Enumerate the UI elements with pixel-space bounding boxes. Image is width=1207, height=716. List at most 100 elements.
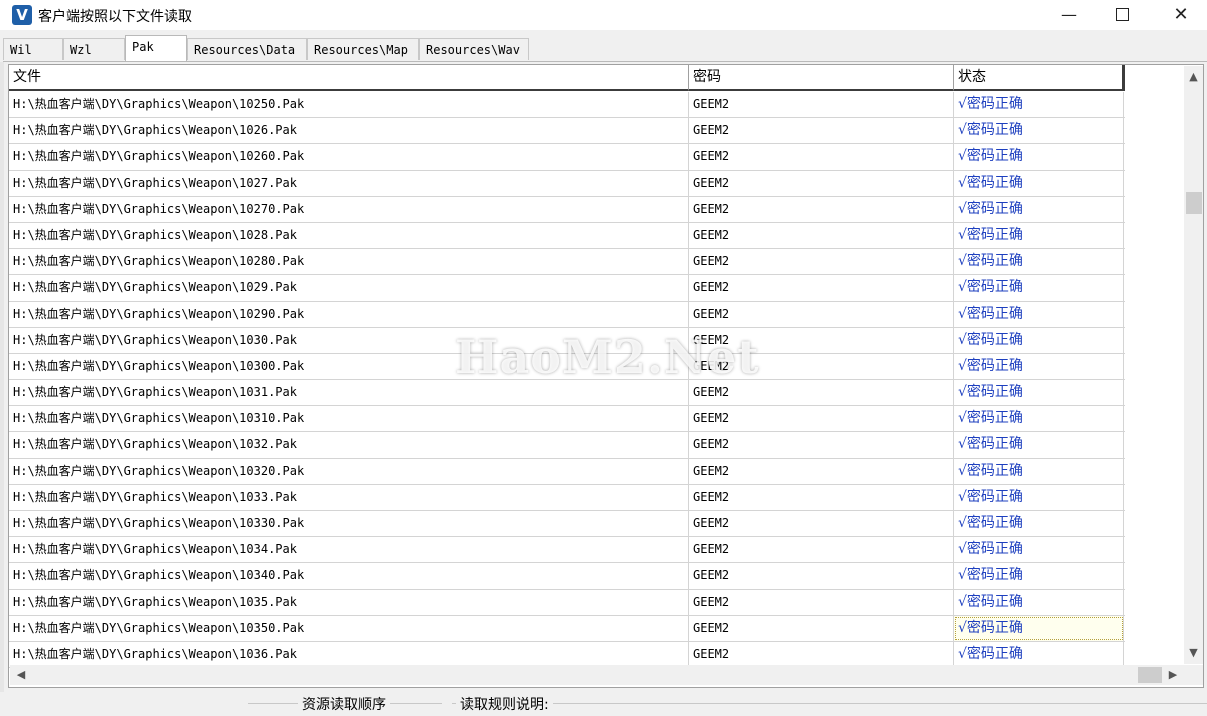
status-cell[interactable]: √密码正确 — [954, 641, 1124, 668]
password-cell[interactable]: GEEM2 — [689, 222, 954, 249]
status-cell[interactable]: √密码正确 — [954, 196, 1124, 222]
tab-pak[interactable]: Pak — [125, 35, 187, 62]
password-cell[interactable]: GEEM2 — [689, 563, 954, 589]
password-cell[interactable]: GEEM2 — [689, 589, 954, 615]
password-cell[interactable]: GEEM2 — [689, 380, 954, 406]
status-cell[interactable]: √密码正确 — [954, 92, 1124, 118]
table-row[interactable]: H:\热血客户端\DY\Graphics\Weapon\1028.Pak GEEM… — [9, 222, 1125, 250]
tab-wzl[interactable]: Wzl — [63, 38, 125, 60]
file-path-cell[interactable]: H:\热血客户端\DY\Graphics\Weapon\1031.Pak — [9, 380, 689, 406]
status-cell[interactable]: √密码正确 — [954, 301, 1124, 327]
close-button[interactable]: ✕ — [1158, 0, 1204, 30]
tab-resources-data[interactable]: Resources\Data — [187, 38, 307, 60]
table-row[interactable]: H:\热血客户端\DY\Graphics\Weapon\1035.Pak GEEM… — [9, 589, 1125, 616]
table-row[interactable]: H:\热血客户端\DY\Graphics\Weapon\10260.Pak GEE… — [9, 144, 1125, 171]
scroll-right-icon[interactable]: ▶ — [1164, 665, 1182, 685]
status-cell[interactable]: √密码正确 — [954, 353, 1124, 380]
table-row[interactable]: H:\热血客户端\DY\Graphics\Weapon\10300.Pak GEE… — [9, 353, 1125, 381]
table-row[interactable]: H:\热血客户端\DY\Graphics\Weapon\1027.Pak GEEM… — [9, 170, 1125, 197]
password-cell[interactable]: GEEM2 — [689, 92, 954, 118]
status-cell[interactable]: √密码正确 — [954, 511, 1124, 537]
status-cell[interactable]: √密码正确 — [954, 563, 1124, 589]
file-path-cell[interactable]: H:\热血客户端\DY\Graphics\Weapon\1032.Pak — [9, 432, 689, 458]
password-cell[interactable]: GEEM2 — [689, 537, 954, 563]
file-path-cell[interactable]: H:\热血客户端\DY\Graphics\Weapon\10350.Pak — [9, 615, 689, 641]
status-cell[interactable]: √密码正确 — [954, 275, 1124, 301]
vertical-scrollbar[interactable]: ▲ ▼ — [1184, 66, 1203, 664]
file-path-cell[interactable]: H:\热血客户端\DY\Graphics\Weapon\1035.Pak — [9, 589, 689, 615]
table-row[interactable]: H:\热血客户端\DY\Graphics\Weapon\10280.Pak GEE… — [9, 249, 1125, 276]
column-header-password[interactable]: 密码 — [689, 65, 954, 91]
horizontal-scroll-thumb[interactable] — [1138, 667, 1162, 683]
file-path-cell[interactable]: H:\热血客户端\DY\Graphics\Weapon\10300.Pak — [9, 353, 689, 380]
status-cell[interactable]: √密码正确 — [954, 118, 1124, 144]
status-cell[interactable]: √密码正确 — [954, 170, 1124, 196]
file-path-cell[interactable]: H:\热血客户端\DY\Graphics\Weapon\10310.Pak — [9, 406, 689, 432]
file-path-cell[interactable]: H:\热血客户端\DY\Graphics\Weapon\10290.Pak — [9, 301, 689, 327]
column-header-file[interactable]: 文件 — [9, 65, 689, 91]
scroll-left-icon[interactable]: ◀ — [12, 665, 30, 685]
status-cell[interactable]: √密码正确 — [954, 380, 1124, 406]
tab-wil[interactable]: Wil — [3, 38, 63, 60]
table-row[interactable]: H:\热血客户端\DY\Graphics\Weapon\10320.Pak GEE… — [9, 458, 1125, 485]
table-row[interactable]: H:\热血客户端\DY\Graphics\Weapon\1030.Pak GEEM… — [9, 327, 1125, 354]
status-cell[interactable]: √密码正确 — [954, 458, 1124, 484]
file-path-cell[interactable]: H:\热血客户端\DY\Graphics\Weapon\1028.Pak — [9, 222, 689, 249]
file-list[interactable]: 文件 密码 状态 H:\热血客户端\DY\Graphics\Weapon\102… — [8, 64, 1204, 688]
table-row[interactable]: H:\热血客户端\DY\Graphics\Weapon\10330.Pak GEE… — [9, 511, 1125, 538]
table-row[interactable]: H:\热血客户端\DY\Graphics\Weapon\1033.Pak GEEM… — [9, 484, 1125, 511]
status-cell[interactable]: √密码正确 — [954, 249, 1124, 275]
file-path-cell[interactable]: H:\热血客户端\DY\Graphics\Weapon\1026.Pak — [9, 118, 689, 144]
password-cell[interactable]: GEEM2 — [689, 353, 954, 380]
file-path-cell[interactable]: H:\热血客户端\DY\Graphics\Weapon\10340.Pak — [9, 563, 689, 589]
password-cell[interactable]: GEEM2 — [689, 406, 954, 432]
status-cell[interactable]: √密码正确 — [954, 537, 1124, 563]
password-cell[interactable]: GEEM2 — [689, 170, 954, 196]
file-path-cell[interactable]: H:\热血客户端\DY\Graphics\Weapon\10270.Pak — [9, 196, 689, 222]
table-row[interactable]: H:\热血客户端\DY\Graphics\Weapon\10350.Pak GEE… — [9, 615, 1125, 642]
table-row[interactable]: H:\热血客户端\DY\Graphics\Weapon\1031.Pak GEEM… — [9, 380, 1125, 407]
password-cell[interactable]: GEEM2 — [689, 641, 954, 668]
file-path-cell[interactable]: H:\热血客户端\DY\Graphics\Weapon\1029.Pak — [9, 275, 689, 301]
status-cell[interactable]: √密码正确 — [954, 589, 1124, 615]
password-cell[interactable]: GEEM2 — [689, 196, 954, 222]
minimize-button[interactable]: — — [1046, 0, 1092, 30]
password-cell[interactable]: GEEM2 — [689, 484, 954, 510]
column-header-status[interactable]: 状态 — [954, 65, 1125, 91]
table-row[interactable]: H:\热血客户端\DY\Graphics\Weapon\1029.Pak GEEM… — [9, 275, 1125, 302]
file-path-cell[interactable]: H:\热血客户端\DY\Graphics\Weapon\10260.Pak — [9, 144, 689, 170]
status-cell[interactable]: √密码正确 — [954, 484, 1124, 510]
table-row[interactable]: H:\热血客户端\DY\Graphics\Weapon\1034.Pak GEEM… — [9, 537, 1125, 564]
table-row[interactable]: H:\热血客户端\DY\Graphics\Weapon\10290.Pak GEE… — [9, 301, 1125, 328]
vertical-scroll-thumb[interactable] — [1186, 192, 1202, 214]
status-cell[interactable]: √密码正确 — [954, 406, 1124, 432]
file-path-cell[interactable]: H:\热血客户端\DY\Graphics\Weapon\10320.Pak — [9, 458, 689, 484]
file-path-cell[interactable]: H:\热血客户端\DY\Graphics\Weapon\1036.Pak — [9, 641, 689, 668]
table-row[interactable]: H:\热血客户端\DY\Graphics\Weapon\10340.Pak GEE… — [9, 563, 1125, 590]
password-cell[interactable]: GEEM2 — [689, 458, 954, 484]
status-cell[interactable]: √密码正确 — [954, 222, 1124, 249]
scroll-up-icon[interactable]: ▲ — [1184, 68, 1203, 86]
table-row[interactable]: H:\热血客户端\DY\Graphics\Weapon\10270.Pak GEE… — [9, 196, 1125, 223]
table-row[interactable]: H:\热血客户端\DY\Graphics\Weapon\1032.Pak GEEM… — [9, 432, 1125, 459]
password-cell[interactable]: GEEM2 — [689, 275, 954, 301]
password-cell[interactable]: GEEM2 — [689, 144, 954, 170]
file-path-cell[interactable]: H:\热血客户端\DY\Graphics\Weapon\10330.Pak — [9, 511, 689, 537]
status-cell[interactable]: √密码正确 — [954, 327, 1124, 353]
file-path-cell[interactable]: H:\热血客户端\DY\Graphics\Weapon\10280.Pak — [9, 249, 689, 275]
file-path-cell[interactable]: H:\热血客户端\DY\Graphics\Weapon\1033.Pak — [9, 484, 689, 510]
file-path-cell[interactable]: H:\热血客户端\DY\Graphics\Weapon\1030.Pak — [9, 327, 689, 353]
password-cell[interactable]: GEEM2 — [689, 432, 954, 458]
tab-resources-wav[interactable]: Resources\Wav — [419, 38, 529, 60]
table-row[interactable]: H:\热血客户端\DY\Graphics\Weapon\1026.Pak GEEM… — [9, 118, 1125, 145]
file-path-cell[interactable]: H:\热血客户端\DY\Graphics\Weapon\1027.Pak — [9, 170, 689, 196]
status-cell[interactable]: √密码正确 — [954, 615, 1124, 641]
password-cell[interactable]: GEEM2 — [689, 249, 954, 275]
maximize-button[interactable] — [1099, 0, 1145, 30]
file-path-cell[interactable]: H:\热血客户端\DY\Graphics\Weapon\10250.Pak — [9, 92, 689, 118]
password-cell[interactable]: GEEM2 — [689, 511, 954, 537]
tab-resources-map[interactable]: Resources\Map — [307, 38, 419, 60]
scroll-down-icon[interactable]: ▼ — [1184, 644, 1203, 662]
password-cell[interactable]: GEEM2 — [689, 301, 954, 327]
password-cell[interactable]: GEEM2 — [689, 118, 954, 144]
